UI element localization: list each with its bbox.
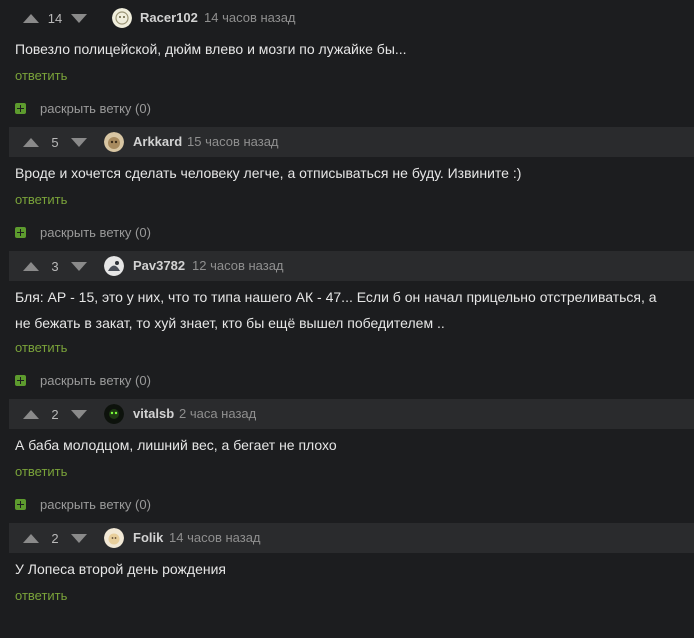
plus-icon [15,374,26,386]
plus-icon [15,498,26,510]
arrow-up-icon[interactable] [20,11,42,25]
avatar[interactable] [112,8,132,28]
timestamp[interactable]: 15 часов назад [187,127,279,157]
reply-link[interactable]: ответить [15,192,67,207]
reply-link[interactable]: ответить [15,340,67,355]
vote-control: 2 [20,399,90,429]
vote-count: 2 [51,406,59,422]
vote-count: 5 [51,134,59,150]
vote-count: 3 [51,258,59,274]
comment-text-line: А баба молодцом, лишний вес, а бегает не… [15,437,337,453]
comment-thread: 14 Racer102 14 часов назад Повезло полиц… [0,0,694,638]
username[interactable]: vitalsb [133,399,174,429]
expand-thread-button[interactable]: раскрыть ветку (0) [15,224,151,240]
avatar[interactable] [104,528,124,548]
expand-thread-button[interactable]: раскрыть ветку (0) [15,496,151,512]
expand-thread-button[interactable]: раскрыть ветку (0) [15,372,151,388]
arrow-down-icon[interactable] [68,407,90,421]
expand-thread-button[interactable]: раскрыть ветку (0) [15,100,151,116]
timestamp[interactable]: 14 часов назад [169,523,261,553]
expand-thread-label: раскрыть ветку (0) [40,224,151,240]
vote-control: 2 [20,523,90,553]
comment-text: Вроде и хочется сделать человеку легче, … [15,160,521,186]
arrow-down-icon[interactable] [68,531,90,545]
arrow-down-icon[interactable] [68,11,90,25]
comment-text-line: У Лопеса второй день рождения [15,561,226,577]
vote-count: 14 [47,10,63,26]
username[interactable]: Arkkard [133,127,182,157]
vote-control: 14 [20,3,90,33]
vote-control: 5 [20,127,90,157]
expand-thread-label: раскрыть ветку (0) [40,100,151,116]
arrow-up-icon[interactable] [20,407,42,421]
arrow-up-icon[interactable] [20,531,42,545]
plus-icon [15,226,26,238]
arrow-down-icon[interactable] [68,259,90,273]
vote-count: 2 [51,530,59,546]
comment-text: Повезло полицейской, дюйм влево и мозги … [15,36,407,62]
expand-thread-label: раскрыть ветку (0) [40,372,151,388]
comment-text-line: Вроде и хочется сделать человеку легче, … [15,165,522,181]
avatar[interactable] [104,404,124,424]
username[interactable]: Pav3782 [133,251,185,281]
arrow-up-icon[interactable] [20,259,42,273]
comment-text-line: Бля: АР - 15, это у них, что то типа наш… [15,289,657,305]
expand-thread-label: раскрыть ветку (0) [40,496,151,512]
reply-link[interactable]: ответить [15,464,67,479]
avatar[interactable] [104,256,124,276]
username[interactable]: Folik [133,523,163,553]
arrow-up-icon[interactable] [20,135,42,149]
comment-text-line: не бежать в закат, то хуй знает, кто бы … [15,315,445,331]
comment-text: А баба молодцом, лишний вес, а бегает не… [15,432,337,458]
avatar[interactable] [104,132,124,152]
plus-icon [15,102,26,114]
comment-header [0,3,694,33]
comment-text: У Лопеса второй день рождения [15,556,226,582]
username[interactable]: Racer102 [140,3,198,33]
comment-text-line: Повезло полицейской, дюйм влево и мозги … [15,41,407,57]
arrow-down-icon[interactable] [68,135,90,149]
reply-link[interactable]: ответить [15,588,67,603]
comment-text: Бля: АР - 15, это у них, что то типа наш… [15,284,657,336]
vote-control: 3 [20,251,90,281]
reply-link[interactable]: ответить [15,68,67,83]
timestamp[interactable]: 14 часов назад [204,3,296,33]
timestamp[interactable]: 12 часов назад [192,251,284,281]
timestamp[interactable]: 2 часа назад [179,399,256,429]
